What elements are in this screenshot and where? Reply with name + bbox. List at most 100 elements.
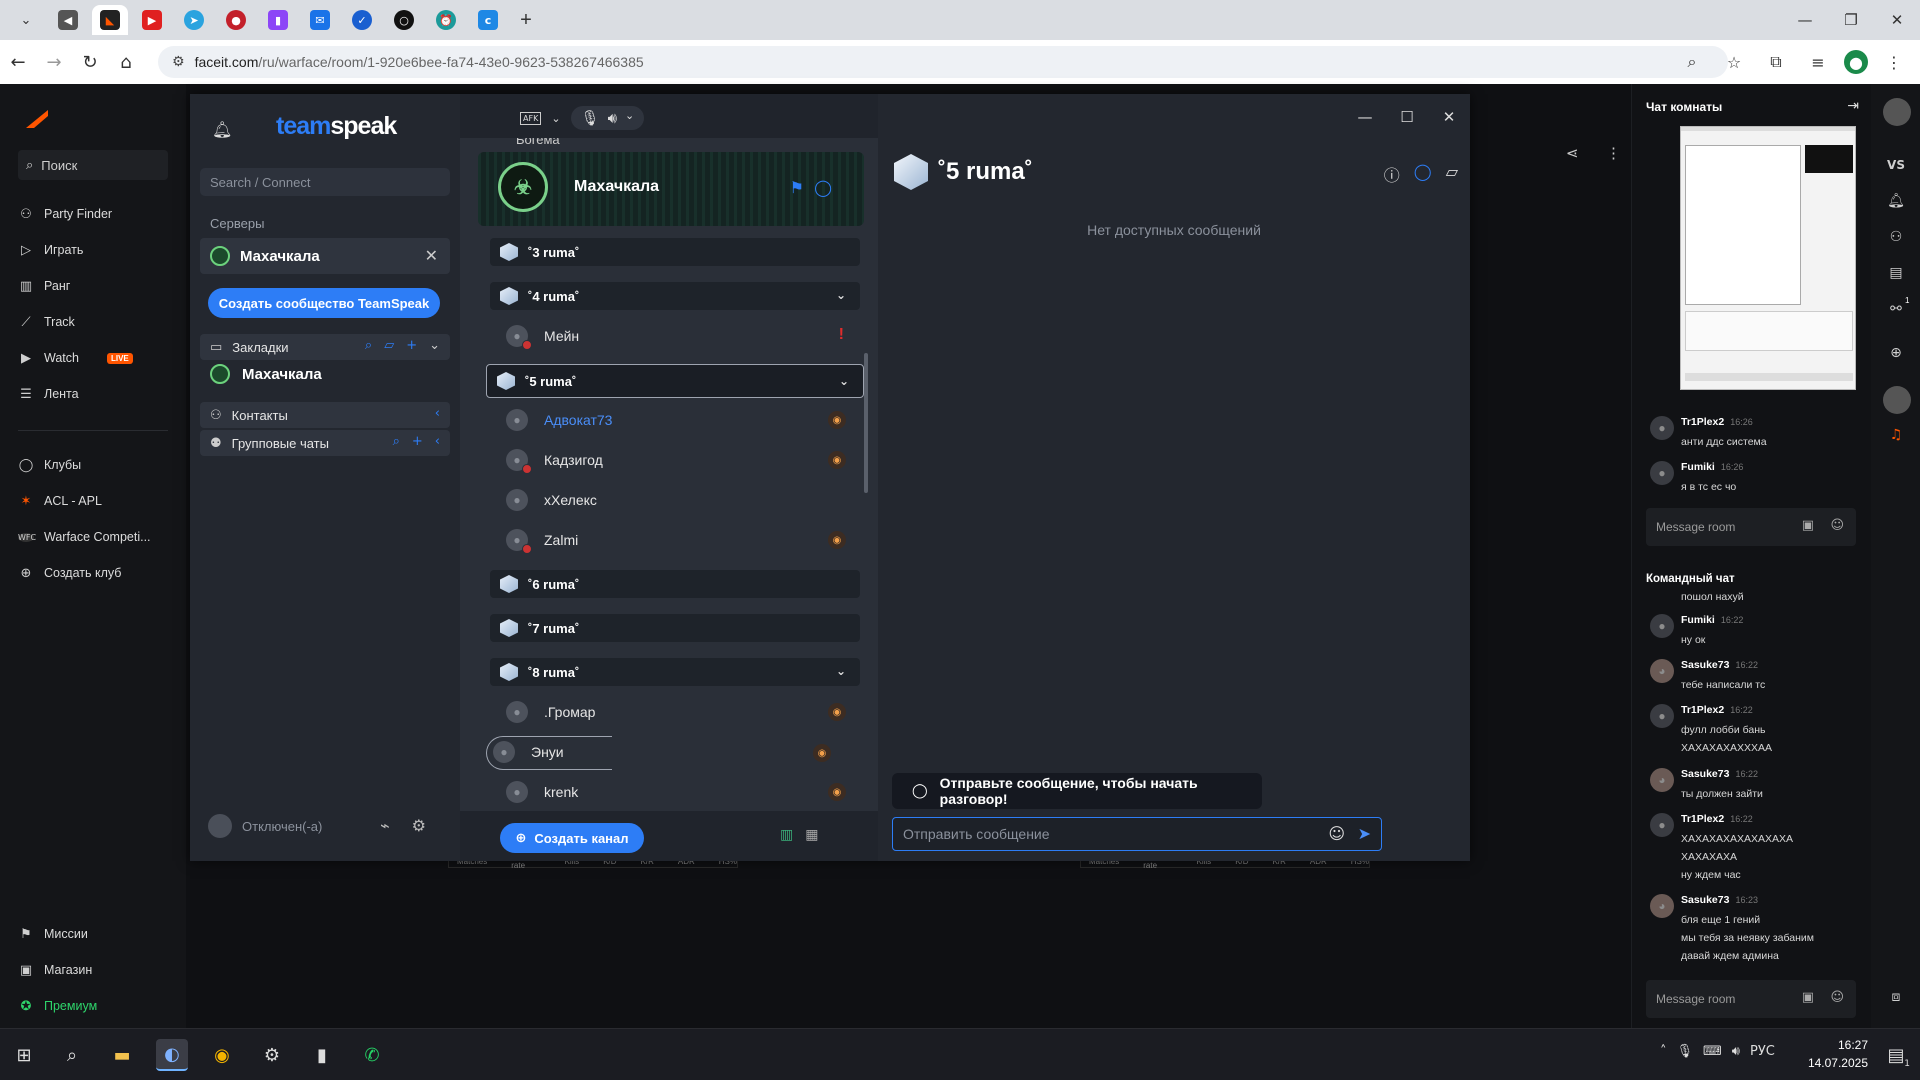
teamspeak-taskbar-icon[interactable]: ◐ (156, 1039, 188, 1071)
channel-3[interactable]: ˚3 ruma˚ (490, 238, 860, 266)
minimize-icon[interactable]: — (1782, 0, 1828, 40)
minimize-icon[interactable]: — (1344, 102, 1386, 132)
nav-watch[interactable]: ▶ Watch LIVE (18, 343, 168, 373)
friends-icon[interactable]: ⚇ (1883, 224, 1909, 250)
bookmark-star-icon[interactable]: ☆ (1718, 46, 1750, 78)
mic-speaker-toggle[interactable]: 🎙︎ 🔊︎ ⌄ (570, 106, 645, 130)
faceit-search[interactable]: ⌕ Поиск (18, 150, 168, 180)
tab-audio[interactable]: ◀ (50, 5, 86, 35)
chat-icon[interactable]: ◯ (1414, 162, 1432, 186)
chat-bubble-icon[interactable]: ◯ (814, 178, 832, 197)
message-author[interactable]: Fumiki (1681, 461, 1715, 473)
channel-user[interactable]: ● Адвокат73 ◉ (500, 404, 860, 436)
close-icon[interactable]: ✕ (1874, 0, 1920, 40)
nav-play[interactable]: ▷ Играть (18, 235, 168, 265)
network-icon[interactable]: ⌨ (1703, 1044, 1722, 1059)
more-icon[interactable]: ⋮ (1606, 144, 1621, 162)
extensions-icon[interactable]: ⧉ (1760, 46, 1792, 78)
faceit-logo-icon[interactable] (26, 110, 48, 128)
bookmark-makhachkala[interactable]: Махачкала (210, 364, 322, 384)
message-author[interactable]: Sasuke73 (1681, 894, 1729, 906)
speaker-icon[interactable]: 🔊︎ (608, 109, 617, 127)
message-author[interactable]: Fumiki (1681, 614, 1715, 626)
tab-ch[interactable]: c (470, 5, 506, 35)
profile-avatar[interactable] (1883, 98, 1911, 126)
chevron-down-icon[interactable]: ⌄ (836, 288, 846, 302)
info-icon[interactable]: ⓘ (1384, 162, 1400, 186)
tab-check[interactable]: ✓ (344, 5, 380, 35)
tab-list-button[interactable]: ⌄ (8, 5, 44, 35)
channel-cut[interactable]: Богема (516, 138, 560, 147)
message-author[interactable]: Tr1Plex2 (1681, 416, 1724, 428)
volume-icon[interactable]: 🔊︎ (1732, 1044, 1740, 1059)
channel-user[interactable]: ● Мейн! (500, 320, 860, 352)
vs-icon[interactable]: VS (1883, 152, 1909, 178)
create-community-button[interactable]: Создать сообщество TeamSpeak (208, 288, 440, 318)
room-chat-input[interactable]: Message room ▣ ☺ (1646, 508, 1856, 546)
chevron-down-icon[interactable]: ⌄ (429, 338, 440, 353)
tab-faceit[interactable]: ◣ (92, 5, 128, 35)
whatsapp-icon[interactable]: ✆ (356, 1039, 388, 1071)
clock[interactable]: 16:27 14.07.2025 (1796, 1036, 1868, 1072)
collapse-rail-icon[interactable]: ⧈ (1883, 984, 1909, 1010)
user-avatar[interactable]: ● (1650, 614, 1674, 638)
image-upload-icon[interactable]: ▣ (1802, 990, 1814, 1005)
emoji-icon[interactable]: ☺ (1328, 824, 1345, 843)
zoom-icon[interactable]: ⌕ (1676, 46, 1708, 78)
channel-4[interactable]: ˚4 ruma˚ ⌄ (490, 282, 860, 310)
user-avatar[interactable]: ◕ (1650, 659, 1674, 683)
server-tab-makhachkala[interactable]: Махачкала ✕ (200, 238, 450, 274)
chevron-down-icon[interactable]: ⌄ (836, 664, 846, 678)
channel-user[interactable]: ● хХелекс (500, 484, 860, 516)
message-input[interactable]: Отправить сообщение ☺ ➤ (892, 817, 1382, 851)
ts-search-input[interactable]: Search / Connect (200, 168, 450, 196)
message-author[interactable]: Tr1Plex2 (1681, 704, 1724, 716)
files-folder-icon[interactable]: ▱ (1446, 162, 1458, 186)
media-controls-icon[interactable]: ≡ (1802, 46, 1834, 78)
team-chat-input[interactable]: Message room ▣ ☺ (1646, 980, 1856, 1018)
share-icon[interactable]: ⋖ (1566, 144, 1579, 162)
address-bar[interactable]: ⚙ faceit.com/ru/warface/room/1-920e6bee-… (158, 46, 1728, 78)
bookmarks-section[interactable]: ▭ Закладки ⌕ ▱ + ⌄ (200, 334, 450, 360)
settings-gear-icon[interactable]: ⚙ (256, 1039, 288, 1071)
message-author[interactable]: Tr1Plex2 (1681, 813, 1724, 825)
nav-warface-competitive[interactable]: WFC Warface Competi... (18, 522, 168, 552)
settings-gear-icon[interactable]: ⚙ (412, 816, 426, 835)
tab-twitch[interactable]: ▮ (260, 5, 296, 35)
nav-create-club[interactable]: ⊕ Создать клуб (18, 558, 168, 588)
add-icon[interactable]: + (412, 434, 423, 449)
user-avatar[interactable]: ● (1650, 461, 1674, 485)
back-icon[interactable]: ← (0, 44, 36, 80)
close-icon[interactable]: ✕ (425, 246, 438, 265)
group-chats-section[interactable]: ⚉ Групповые чаты ⌕ + ‹ (200, 430, 450, 456)
tray-chevron-icon[interactable]: ˄ (1660, 1044, 1667, 1059)
connection-status[interactable]: Отключен(-а) (208, 814, 322, 838)
site-info-icon[interactable]: ⚙ (172, 54, 185, 70)
nav-clubs[interactable]: ◯ Клубы (18, 450, 168, 480)
emoji-icon[interactable]: ☺ (1830, 990, 1844, 1005)
message-author[interactable]: Sasuke73 (1681, 768, 1729, 780)
user-avatar[interactable]: ◕ (1650, 768, 1674, 792)
channel-user[interactable]: ● Zalmi ◉ (500, 524, 860, 556)
create-channel-button[interactable]: ⊕ Создать канал (500, 823, 644, 853)
user-avatar[interactable]: ◕ (1650, 894, 1674, 918)
chevron-down-icon[interactable]: ⌄ (625, 109, 634, 127)
user-avatar[interactable]: ● (1650, 416, 1674, 440)
tab-red-app[interactable]: ● (218, 5, 254, 35)
new-tab-button[interactable]: + (512, 6, 540, 34)
microphone-icon[interactable]: 🎙︎ (581, 109, 600, 127)
tab-youtube[interactable]: ▶ (134, 5, 170, 35)
channel-5-selected[interactable]: ˚5 ruma˚ ⌄ (486, 364, 864, 398)
bookmark-icon[interactable]: ⚑ (790, 178, 804, 197)
home-icon[interactable]: ⌂ (108, 44, 144, 80)
search-icon[interactable]: ⌕ (56, 1039, 88, 1071)
chevron-down-icon[interactable]: ⌄ (551, 112, 560, 125)
profile-icon[interactable]: ● (1844, 50, 1868, 74)
messages-icon[interactable]: ▤ (1883, 260, 1909, 286)
layout-icon[interactable]: ▥ (780, 827, 793, 843)
language-indicator[interactable]: РУС (1750, 1044, 1775, 1059)
notifications-icon[interactable]: 🔔︎ (1883, 188, 1909, 214)
nav-premium[interactable]: ✪ Премиум (18, 991, 168, 1021)
search-icon[interactable]: ⌕ (393, 434, 400, 449)
user-avatar[interactable]: ● (1650, 704, 1674, 728)
